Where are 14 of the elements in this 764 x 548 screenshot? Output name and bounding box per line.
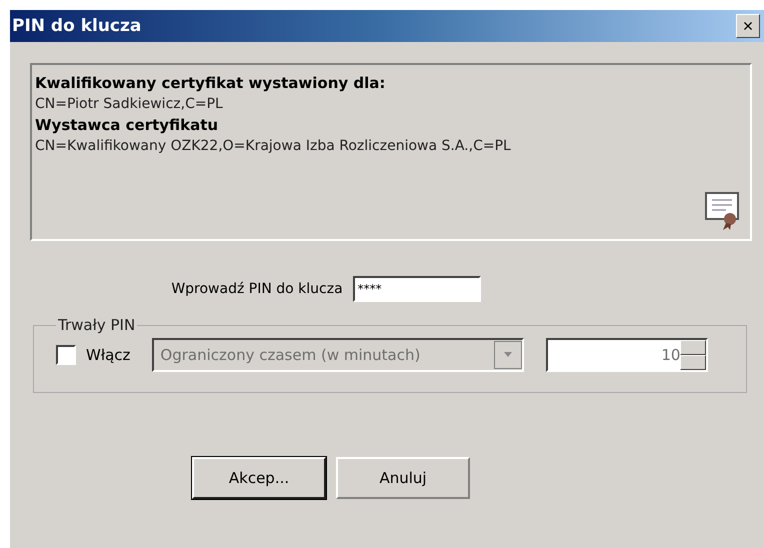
certificate-value: CN=Kwalifikowany OZK22,O=Krajowa Izba Rozliczeniowa S.A.,C=PL xyxy=(35,137,512,156)
cancel-button[interactable]: Anuluj xyxy=(336,457,470,499)
enable-checkbox[interactable]: Włącz xyxy=(56,345,130,365)
pin-field[interactable]: **** xyxy=(352,276,481,302)
certificate-icon xyxy=(704,191,740,231)
close-button[interactable]: × xyxy=(736,14,760,38)
section-heading: Kwalifikowany certyfikat wystawiony dla: xyxy=(35,73,386,94)
certificate-value: CN=Piotr Sadkiewicz,C=PL xyxy=(35,95,224,114)
spinner-arrows-icon xyxy=(680,340,706,370)
pin-label: Wprowadź PIN do klucza xyxy=(171,281,343,297)
window-title: PIN do klucza xyxy=(12,16,142,36)
accept-button[interactable]: Akcep... xyxy=(192,457,326,499)
group-title: Trwały PIN xyxy=(57,316,136,334)
section-heading: Wystawca certyfikatu xyxy=(35,115,220,136)
